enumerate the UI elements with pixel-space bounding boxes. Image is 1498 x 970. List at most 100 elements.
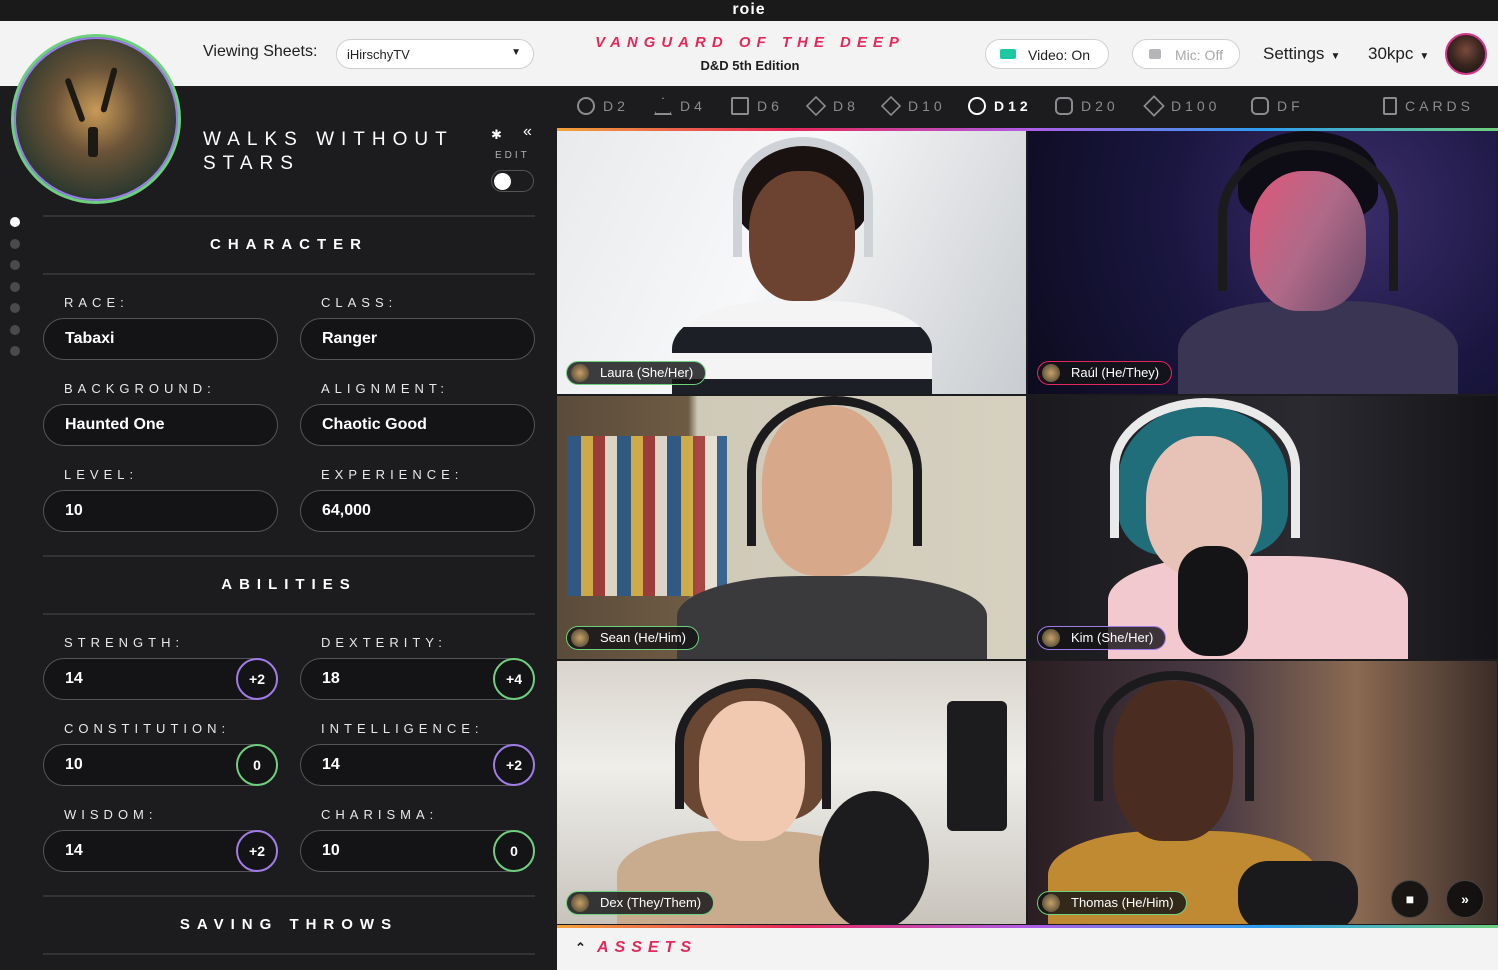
- double-chevron-up-icon: ⌃: [575, 940, 586, 955]
- edit-toggle[interactable]: [491, 170, 534, 192]
- df-icon: [1251, 97, 1269, 115]
- participant-name: Kim (She/Her): [1071, 630, 1154, 645]
- race-label: RACE:: [64, 295, 129, 310]
- headset-shape: [733, 137, 873, 257]
- mic-toggle-button[interactable]: Mic: Off: [1132, 39, 1240, 69]
- background-label: BACKGROUND:: [64, 381, 216, 396]
- dice-df-button[interactable]: DF: [1251, 97, 1304, 115]
- dice-d100-button[interactable]: D100: [1143, 95, 1220, 117]
- top-header: Viewing Sheets: iHirschyTV ▼ VANGUARD OF…: [0, 21, 1498, 86]
- experience-field[interactable]: 64,000: [300, 490, 535, 532]
- d4-icon: [654, 97, 672, 115]
- dice-d10-button[interactable]: D10: [880, 95, 946, 117]
- video-grid: Laura (She/Her) Raúl (He/They) Sean (He/…: [557, 131, 1498, 925]
- video-tile[interactable]: Kim (She/Her): [1028, 396, 1497, 659]
- cards-label: CARDS: [1405, 98, 1475, 114]
- d10-icon: [880, 95, 902, 117]
- character-sheet-panel: WALKS WITHOUT STARS ✱ « EDIT CHARACTER R…: [0, 34, 557, 970]
- dice-d2-label: D2: [603, 98, 629, 114]
- dice-d6-label: D6: [757, 98, 783, 114]
- chevron-down-icon: ▼: [1330, 51, 1341, 62]
- next-page-button[interactable]: »: [1446, 880, 1484, 918]
- nametag-avatar: [571, 629, 589, 647]
- dice-d12-label: D12: [994, 98, 1032, 114]
- dice-d8-button[interactable]: D8: [805, 95, 859, 117]
- race-field[interactable]: Tabaxi: [43, 318, 278, 360]
- charisma-value: 10: [322, 842, 340, 859]
- level-field[interactable]: 10: [43, 490, 278, 532]
- constitution-field[interactable]: 10 0: [43, 744, 278, 786]
- edit-toggle-knob: [494, 173, 511, 190]
- cards-icon: [1383, 97, 1397, 115]
- strength-value: 14: [65, 670, 83, 687]
- nav-dot-3[interactable]: [10, 260, 20, 270]
- intelligence-modifier: +2: [493, 744, 535, 786]
- bookshelf-shape: [567, 436, 727, 596]
- character-portrait: [11, 34, 181, 204]
- chat-button[interactable]: ■: [1391, 880, 1429, 918]
- divider: [43, 555, 535, 557]
- nav-dot-character[interactable]: [10, 217, 20, 227]
- charisma-field[interactable]: 10 0: [300, 830, 535, 872]
- participant-name: Sean (He/Him): [600, 630, 686, 645]
- user-menu-label: 30kpc: [1368, 44, 1414, 63]
- nametag-avatar: [1042, 629, 1060, 647]
- dice-d20-button[interactable]: D20: [1055, 97, 1119, 115]
- window-titlebar: roie: [0, 0, 1498, 21]
- settings-label: Settings: [1263, 44, 1325, 63]
- cards-button[interactable]: CARDS: [1383, 97, 1474, 115]
- strength-field[interactable]: 14 +2: [43, 658, 278, 700]
- video-tile[interactable]: Dex (They/Them): [557, 661, 1026, 924]
- settings-menu-button[interactable]: Settings ▼: [1263, 44, 1340, 64]
- wisdom-label: WISDOM:: [64, 807, 158, 822]
- intelligence-field[interactable]: 14 +2: [300, 744, 535, 786]
- character-name: WALKS WITHOUT STARS: [203, 129, 454, 174]
- nav-dot-2[interactable]: [10, 238, 20, 249]
- dice-d12-button[interactable]: D12: [968, 97, 1032, 115]
- d100-icon: [1143, 95, 1165, 117]
- nametag-avatar: [571, 894, 589, 912]
- dice-d20-label: D20: [1081, 98, 1119, 114]
- dice-d2-button[interactable]: D2: [577, 97, 629, 115]
- sheet-select-dropdown[interactable]: iHirschyTV ▼: [336, 39, 534, 69]
- participant-nametag: Raúl (He/They): [1037, 361, 1173, 385]
- user-avatar[interactable]: [1445, 33, 1487, 75]
- class-label: CLASS:: [321, 295, 398, 310]
- campaign-title: VANGUARD OF THE DEEP: [595, 34, 905, 51]
- constitution-label: CONSTITUTION:: [64, 721, 231, 736]
- dexterity-field[interactable]: 18 +4: [300, 658, 535, 700]
- nametag-avatar: [1042, 894, 1060, 912]
- speaker-shape: [947, 701, 1007, 831]
- d8-icon: [805, 95, 827, 117]
- video-tile[interactable]: Thomas (He/Him): [1028, 661, 1497, 924]
- app-root: roie Viewing Sheets: iHirschyTV ▼ VANGUA…: [0, 0, 1498, 970]
- participant-body: [677, 576, 987, 659]
- headset-shape: [1110, 398, 1300, 538]
- nav-dot-5[interactable]: [10, 303, 20, 313]
- assets-drawer-toggle[interactable]: ⌃ ASSETS: [557, 928, 1498, 970]
- dice-d6-button[interactable]: D6: [731, 97, 783, 115]
- nav-dot-7[interactable]: [10, 346, 20, 356]
- video-tile[interactable]: Laura (She/Her): [557, 131, 1026, 394]
- constitution-modifier: 0: [236, 744, 278, 786]
- background-field[interactable]: Haunted One: [43, 404, 278, 446]
- user-menu-button[interactable]: 30kpc ▼: [1368, 44, 1429, 64]
- d12-icon: [968, 97, 986, 115]
- headset-shape: [675, 679, 831, 809]
- double-chevron-left-icon[interactable]: «: [523, 123, 532, 141]
- dexterity-label: DEXTERITY:: [321, 635, 447, 650]
- divider: [43, 273, 535, 275]
- dexterity-modifier: +4: [493, 658, 535, 700]
- alignment-field[interactable]: Chaotic Good: [300, 404, 535, 446]
- video-toggle-button[interactable]: Video: On: [985, 39, 1109, 69]
- wisdom-field[interactable]: 14 +2: [43, 830, 278, 872]
- gear-icon[interactable]: ✱: [491, 127, 502, 143]
- nav-dot-4[interactable]: [10, 281, 20, 292]
- nametag-avatar: [571, 364, 589, 382]
- video-tile[interactable]: Sean (He/Him): [557, 396, 1026, 659]
- dice-d4-button[interactable]: D4: [654, 97, 706, 115]
- section-nav-dots: [10, 217, 20, 368]
- class-field[interactable]: Ranger: [300, 318, 535, 360]
- video-tile[interactable]: Raúl (He/They): [1028, 131, 1497, 394]
- nav-dot-6[interactable]: [10, 324, 20, 335]
